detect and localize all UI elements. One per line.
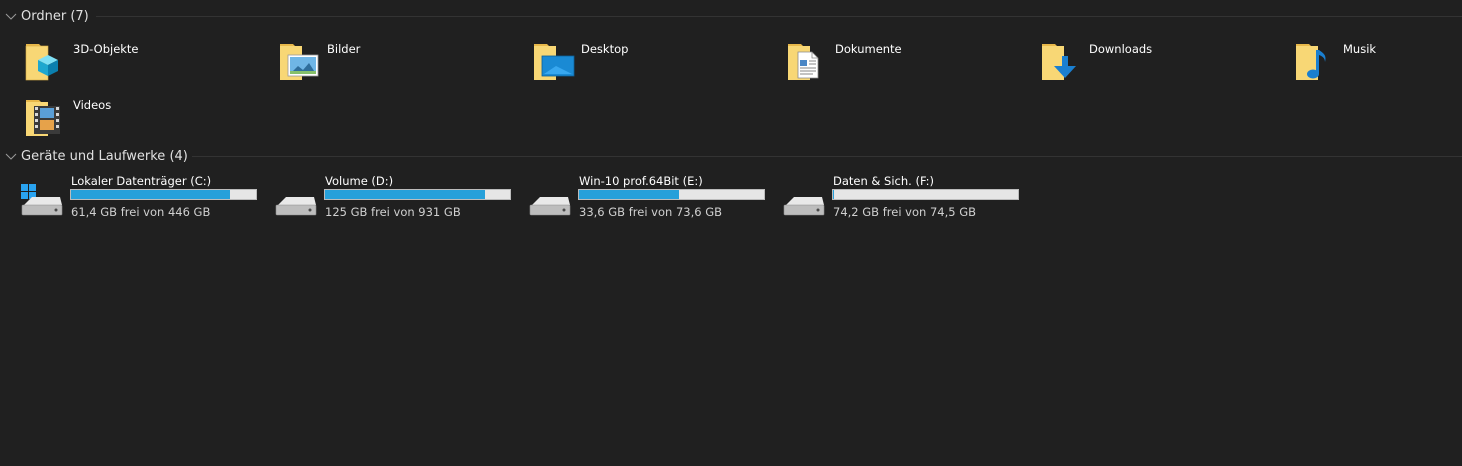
folder-tile-documents[interactable]: Dokumente: [784, 36, 1034, 88]
group-header-folders[interactable]: Ordner (7): [0, 6, 1462, 26]
drive-usage-fill: [71, 190, 231, 199]
folder-tile-pictures[interactable]: Bilder: [276, 36, 526, 88]
drive-tile-d[interactable]: Volume (D:) 125 GB frei von 931 GB: [274, 174, 524, 222]
drive-name: Volume (D:): [325, 174, 394, 188]
hard-drive-icon: [783, 197, 825, 216]
folder-pictures-icon: [280, 44, 319, 80]
group-header-drives[interactable]: Geräte und Laufwerke (4): [0, 146, 1462, 166]
folder-videos-icon: [26, 100, 60, 136]
drive-free-space: 74,2 GB frei von 74,5 GB: [833, 205, 977, 219]
drive-usage-fill: [579, 190, 680, 199]
folder-label: 3D-Objekte: [73, 42, 139, 56]
folder-label: Bilder: [327, 42, 361, 56]
folder-tile-downloads[interactable]: Downloads: [1038, 36, 1288, 88]
drive-usage-fill: [325, 190, 486, 199]
group-title-drives: Geräte und Laufwerke (4): [21, 148, 188, 164]
drive-usage-bar: [324, 189, 511, 200]
folder-music-icon: [1296, 44, 1326, 80]
hard-drive-icon: [275, 197, 317, 216]
drive-usage-bar: [832, 189, 1019, 200]
drive-usage-fill: [833, 190, 834, 199]
folder-label: Dokumente: [835, 42, 902, 56]
explorer-this-pc-view: Ordner (7) 3D-Objekte Bilder Desktop Dok…: [0, 0, 1462, 466]
folder-3d-objects-icon: [25, 44, 58, 81]
folder-documents-icon: [788, 44, 819, 80]
drive-free-space: 33,6 GB frei von 73,6 GB: [579, 205, 723, 219]
drive-usage-bar: [578, 189, 765, 200]
folder-label: Downloads: [1089, 42, 1153, 56]
chevron-down-icon[interactable]: [5, 10, 17, 22]
folder-tile-desktop[interactable]: Desktop: [530, 36, 780, 88]
hard-drive-icon: [529, 197, 571, 216]
drive-tile-e[interactable]: Win-10 prof.64Bit (E:) 33,6 GB frei von …: [528, 174, 778, 222]
folder-label: Desktop: [581, 42, 629, 56]
folder-desktop-icon: [534, 44, 575, 80]
drive-name: Lokaler Datenträger (C:): [71, 174, 212, 188]
folder-tile-3d-objects[interactable]: 3D-Objekte: [22, 36, 272, 88]
group-divider: [192, 156, 1462, 157]
folder-label: Musik: [1343, 42, 1377, 56]
drive-free-space: 61,4 GB frei von 446 GB: [71, 205, 211, 219]
group-divider: [96, 16, 1462, 17]
windows-drive-icon: [21, 184, 63, 216]
folder-tile-videos[interactable]: Videos: [22, 92, 272, 144]
drive-tile-c[interactable]: Lokaler Datenträger (C:) 61,4 GB frei vo…: [20, 174, 270, 222]
drive-usage-bar: [70, 189, 257, 200]
group-title-folders: Ordner (7): [21, 8, 89, 24]
folder-tile-music[interactable]: Musik: [1292, 36, 1462, 88]
folder-label: Videos: [73, 98, 112, 112]
drive-name: Daten & Sich. (F:): [833, 174, 935, 188]
folder-downloads-icon: [1042, 44, 1076, 80]
drive-free-space: 125 GB frei von 931 GB: [325, 205, 461, 219]
drive-name: Win-10 prof.64Bit (E:): [579, 174, 703, 188]
chevron-down-icon[interactable]: [5, 150, 17, 162]
drive-tile-f[interactable]: Daten & Sich. (F:) 74,2 GB frei von 74,5…: [782, 174, 1032, 222]
